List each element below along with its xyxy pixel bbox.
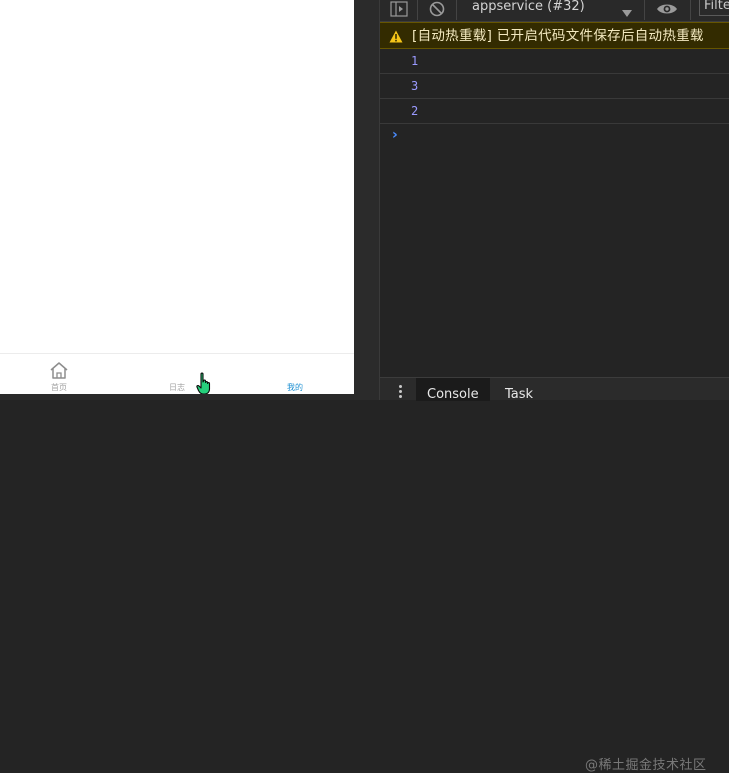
tab-log-label: 日志 xyxy=(169,383,185,392)
watermark: @稀土掘金技术社区 xyxy=(585,758,707,773)
context-selector[interactable]: appservice (#32) xyxy=(472,0,585,17)
simulator-screen: 首页 日志 我的 xyxy=(0,0,354,396)
warning-message: [自动热重载] 已开启代码文件保存后自动热重载 xyxy=(380,22,729,49)
hand-pointer-cursor-icon xyxy=(196,372,214,396)
tab-mine-icon-placeholder xyxy=(284,359,306,381)
tab-log-icon-placeholder xyxy=(166,359,188,381)
log-value: 3 xyxy=(411,79,419,93)
drawer-tab-bar: Console Task @稀土掘金技术社区 xyxy=(380,377,729,773)
toggle-sidebar-icon[interactable] xyxy=(388,0,410,20)
eye-icon[interactable] xyxy=(654,0,680,20)
chevron-down-icon[interactable] xyxy=(622,3,632,22)
warning-text: [自动热重载] 已开启代码文件保存后自动热重载 xyxy=(412,28,704,44)
toolbar-separator xyxy=(690,0,691,20)
toolbar-separator xyxy=(456,0,457,20)
filter-input[interactable]: Filter xyxy=(699,0,729,16)
log-value: 1 xyxy=(411,54,419,68)
more-vertical-icon[interactable] xyxy=(399,385,402,400)
devtools-panel: appservice (#32) Filter [自动热重载] 已开启代码文件保… xyxy=(380,0,729,773)
toolbar-separator xyxy=(417,0,418,20)
tab-mine-label: 我的 xyxy=(287,383,303,392)
simulator-bottom-edge xyxy=(0,394,354,400)
tab-mine[interactable]: 我的 xyxy=(236,354,354,394)
tab-home-label: 首页 xyxy=(51,383,67,392)
tab-home[interactable]: 首页 xyxy=(0,354,118,394)
tab-task[interactable]: Task xyxy=(494,378,544,402)
tab-console[interactable]: Console xyxy=(416,378,490,402)
tab-bar: 首页 日志 我的 xyxy=(0,353,354,394)
console-prompt[interactable]: › xyxy=(392,127,398,143)
log-row: 2 xyxy=(380,99,729,124)
warning-triangle-icon xyxy=(389,28,403,47)
log-value: 2 xyxy=(411,104,419,118)
panel-splitter[interactable] xyxy=(354,0,380,400)
clear-console-icon[interactable] xyxy=(426,0,448,20)
console-toolbar: appservice (#32) Filter xyxy=(380,0,729,22)
tab-log[interactable]: 日志 xyxy=(118,354,236,394)
log-row: 3 xyxy=(380,74,729,99)
toolbar-separator xyxy=(644,0,645,20)
home-icon xyxy=(48,359,70,381)
log-row: 1 xyxy=(380,49,729,74)
